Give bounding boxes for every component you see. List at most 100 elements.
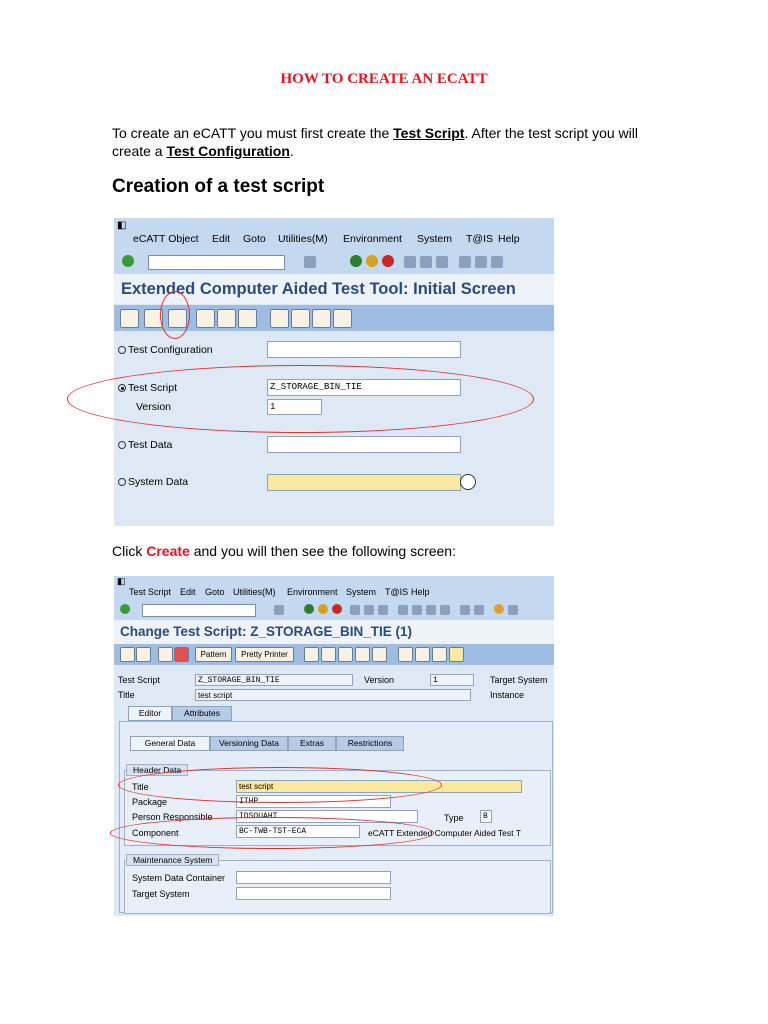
menu-tais-2[interactable]: T@IS (385, 587, 408, 597)
previous-page-icon[interactable] (475, 256, 487, 268)
test-configuration-option[interactable]: Test Configuration (118, 344, 213, 356)
next-page-icon[interactable] (491, 256, 503, 268)
menu-help-2[interactable]: Help (411, 587, 430, 597)
test-configuration-keyword: Test Configuration (166, 143, 290, 159)
check-button[interactable] (158, 647, 173, 662)
menu-edit-2[interactable]: Edit (180, 587, 196, 597)
maintenance-system-title: Maintenance System (126, 854, 220, 866)
where-used-button[interactable] (270, 309, 289, 328)
next-page-icon-2[interactable] (426, 605, 436, 615)
tool-button-1[interactable] (304, 647, 319, 662)
previous-page-icon-2[interactable] (412, 605, 422, 615)
menu-goto[interactable]: Goto (243, 233, 266, 245)
menu-edit[interactable]: Edit (212, 233, 230, 245)
version-field-2: 1 (430, 674, 474, 686)
cancel-icon-2[interactable] (332, 604, 342, 614)
display-button[interactable] (120, 309, 139, 328)
system-data-option[interactable]: System Data (118, 476, 188, 488)
print-icon[interactable] (404, 256, 416, 268)
toggle-display-change-button[interactable] (120, 647, 135, 662)
system-data-container-input[interactable] (236, 871, 391, 884)
layout-icon-2[interactable] (508, 605, 518, 615)
tool-button-4[interactable] (355, 647, 370, 662)
command-field[interactable] (148, 255, 285, 270)
tool-button-9[interactable] (449, 647, 464, 662)
help-icon-2[interactable] (494, 604, 504, 614)
new-session-icon-2[interactable] (460, 605, 470, 615)
intro-paragraph: To create an eCATT you must first create… (112, 124, 652, 160)
list-button[interactable] (291, 309, 310, 328)
menu-help[interactable]: Help (498, 233, 520, 245)
menu-icon-2[interactable]: ◧ (117, 576, 126, 587)
test-script-annotation (67, 365, 534, 433)
tab-restrictions[interactable]: Restrictions (336, 736, 404, 751)
tab-extras[interactable]: Extras (288, 736, 336, 751)
menu-tais[interactable]: T@IS (466, 233, 493, 245)
standard-toolbar (114, 250, 554, 274)
shortcut-icon-2[interactable] (474, 605, 484, 615)
exit-icon[interactable] (366, 255, 378, 267)
find-icon[interactable] (420, 256, 432, 268)
save-icon[interactable] (304, 256, 316, 268)
menu-ecatt-object[interactable]: eCATT Object (133, 233, 199, 245)
radio-test-data[interactable] (118, 441, 126, 449)
find-next-icon[interactable] (436, 256, 448, 268)
tab-attributes[interactable]: Attributes (172, 706, 232, 721)
radio-system-data[interactable] (118, 478, 126, 486)
tool-button-5[interactable] (372, 647, 387, 662)
type-label: Type (444, 813, 464, 823)
enter-icon[interactable] (122, 255, 134, 267)
menu-system-2[interactable]: System (346, 587, 376, 597)
screen-title-2: Change Test Script: Z_STORAGE_BIN_TIE (1… (114, 620, 554, 644)
type-field: B (480, 810, 492, 823)
find-next-icon-2[interactable] (378, 605, 388, 615)
last-page-icon-2[interactable] (440, 605, 450, 615)
test-data-input[interactable] (267, 436, 461, 453)
execute-button[interactable] (238, 309, 257, 328)
pretty-printer-button[interactable]: Pretty Printer (235, 647, 294, 662)
back-icon-2[interactable] (304, 604, 314, 614)
sap-change-test-script-screen: ◧ Test Script Edit Goto Utilities(M) Env… (114, 576, 554, 916)
component-annotation (110, 817, 434, 849)
find-icon-2[interactable] (364, 605, 374, 615)
radio-test-configuration[interactable] (118, 346, 126, 354)
system-data-input[interactable] (267, 474, 461, 491)
tool-button-2[interactable] (321, 647, 336, 662)
exit-icon-2[interactable] (318, 604, 328, 614)
tool-button-7[interactable] (415, 647, 430, 662)
other-object-button[interactable] (136, 647, 151, 662)
first-page-icon-2[interactable] (398, 605, 408, 615)
tab-general-data[interactable]: General Data (130, 736, 210, 751)
menu-test-script[interactable]: Test Script (129, 587, 171, 597)
tool-button-3[interactable] (338, 647, 353, 662)
back-icon[interactable] (350, 255, 362, 267)
import-button[interactable] (333, 309, 352, 328)
tool-button-6[interactable] (398, 647, 413, 662)
print-icon-2[interactable] (350, 605, 360, 615)
menu-icon[interactable]: ◧ (117, 220, 126, 231)
stop-button[interactable] (174, 647, 189, 662)
save-icon-2[interactable] (274, 605, 284, 615)
test-configuration-input[interactable] (267, 341, 461, 358)
menu-goto-2[interactable]: Goto (205, 587, 225, 597)
pattern-button[interactable]: Pattern (195, 647, 232, 662)
menu-utilities[interactable]: Utilities(M) (278, 233, 328, 245)
menu-system[interactable]: System (417, 233, 452, 245)
menu-utilities-2[interactable]: Utilities(M) (233, 587, 276, 597)
system-data-value-help-icon[interactable] (460, 474, 476, 490)
enter-icon-2[interactable] (120, 604, 130, 614)
menu-environment-2[interactable]: Environment (287, 587, 338, 597)
test-data-option[interactable]: Test Data (118, 439, 172, 451)
delete-button[interactable] (196, 309, 215, 328)
tab-versioning-data[interactable]: Versioning Data (210, 736, 288, 751)
command-field-2[interactable] (142, 604, 256, 617)
tool-button-8[interactable] (432, 647, 447, 662)
first-page-icon[interactable] (459, 256, 471, 268)
target-system-input[interactable] (236, 887, 391, 900)
tab-editor[interactable]: Editor (128, 706, 172, 721)
cancel-icon[interactable] (382, 255, 394, 267)
menu-environment[interactable]: Environment (343, 233, 402, 245)
transport-button[interactable] (312, 309, 331, 328)
title-label: Title (118, 690, 135, 700)
copy-button[interactable] (217, 309, 236, 328)
